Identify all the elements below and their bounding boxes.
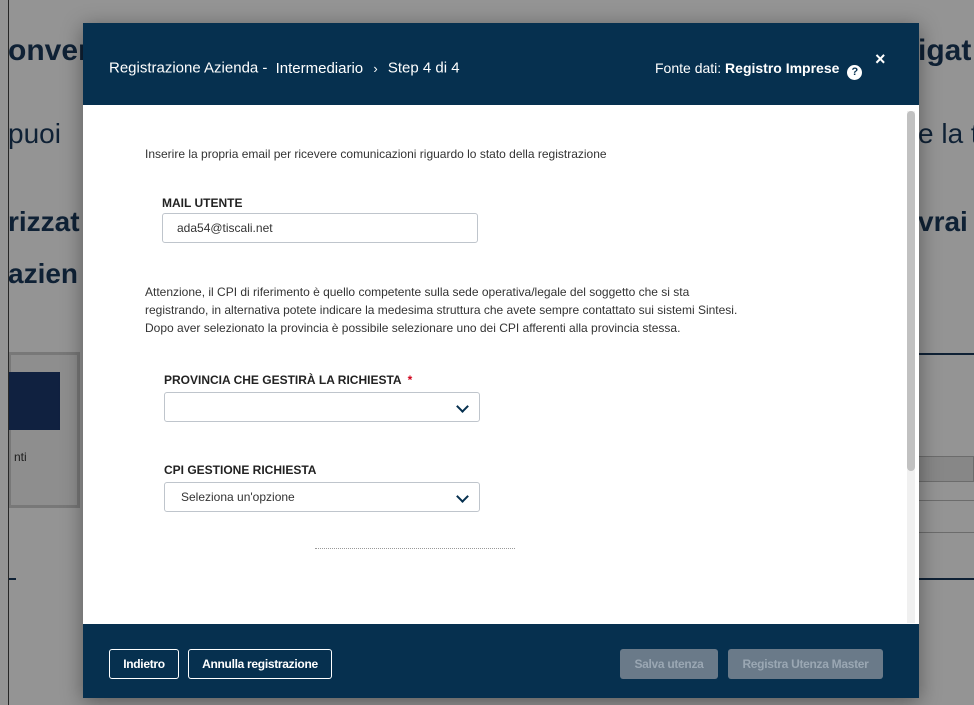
- title-company-registration: Registrazione Azienda -: [109, 59, 268, 77]
- mail-input[interactable]: ada54@tiscali.net: [162, 213, 478, 243]
- cpi-select[interactable]: Seleziona un'opzione: [164, 482, 480, 512]
- notice-line: Attenzione, il CPI di riferimento è quel…: [145, 285, 690, 299]
- provincia-label-text: PROVINCIA CHE GESTIRÀ LA RICHIESTA: [164, 373, 402, 387]
- data-source-value: Registro Imprese: [725, 60, 840, 76]
- cancel-registration-button[interactable]: Annulla registrazione: [188, 649, 332, 679]
- back-button[interactable]: Indietro: [109, 649, 179, 679]
- modal-body[interactable]: Inserire la propria email per ricevere c…: [83, 105, 919, 624]
- modal-scrollbar[interactable]: [907, 111, 915, 623]
- provincia-label: PROVINCIA CHE GESTIRÀ LA RICHIESTA *: [164, 373, 412, 387]
- provincia-select[interactable]: [164, 392, 480, 422]
- scrollbar-thumb[interactable]: [907, 111, 915, 471]
- registration-modal: Registrazione Azienda - Intermediario › …: [83, 23, 919, 698]
- step-indicator: Step 4 di 4: [387, 59, 460, 77]
- cpi-label: CPI GESTIONE RICHIESTA: [164, 463, 317, 477]
- notice-line: registrando, in alternativa potete indic…: [145, 303, 738, 317]
- cpi-notice: Attenzione, il CPI di riferimento è quel…: [145, 283, 865, 337]
- intro-text: Inserire la propria email per ricevere c…: [145, 147, 607, 161]
- modal-title: Registrazione Azienda - Intermediario › …: [109, 59, 460, 77]
- chevron-down-icon: [456, 400, 469, 413]
- register-master-user-button[interactable]: Registra Utenza Master: [728, 649, 883, 679]
- mail-label: MAIL UTENTE: [162, 196, 243, 210]
- modal-footer: Indietro Annulla registrazione Salva ute…: [83, 624, 919, 698]
- close-icon[interactable]: ×: [875, 49, 886, 70]
- notice-line: Dopo aver selezionato la provincia è pos…: [145, 321, 681, 335]
- required-mark: *: [407, 373, 413, 387]
- chevron-down-icon: [456, 490, 469, 503]
- cpi-select-value: Seleziona un'opzione: [181, 490, 295, 504]
- title-intermediary: Intermediario: [275, 59, 364, 77]
- clipped-content: [315, 545, 515, 551]
- modal-header: Registrazione Azienda - Intermediario › …: [83, 23, 919, 105]
- data-source-label: Fonte dati:: [655, 60, 722, 76]
- breadcrumb-separator-icon: ›: [373, 60, 378, 76]
- help-icon[interactable]: ?: [847, 65, 863, 80]
- data-source: Fonte dati: Registro Imprese ?: [655, 60, 863, 80]
- save-user-button[interactable]: Salva utenza: [620, 649, 718, 679]
